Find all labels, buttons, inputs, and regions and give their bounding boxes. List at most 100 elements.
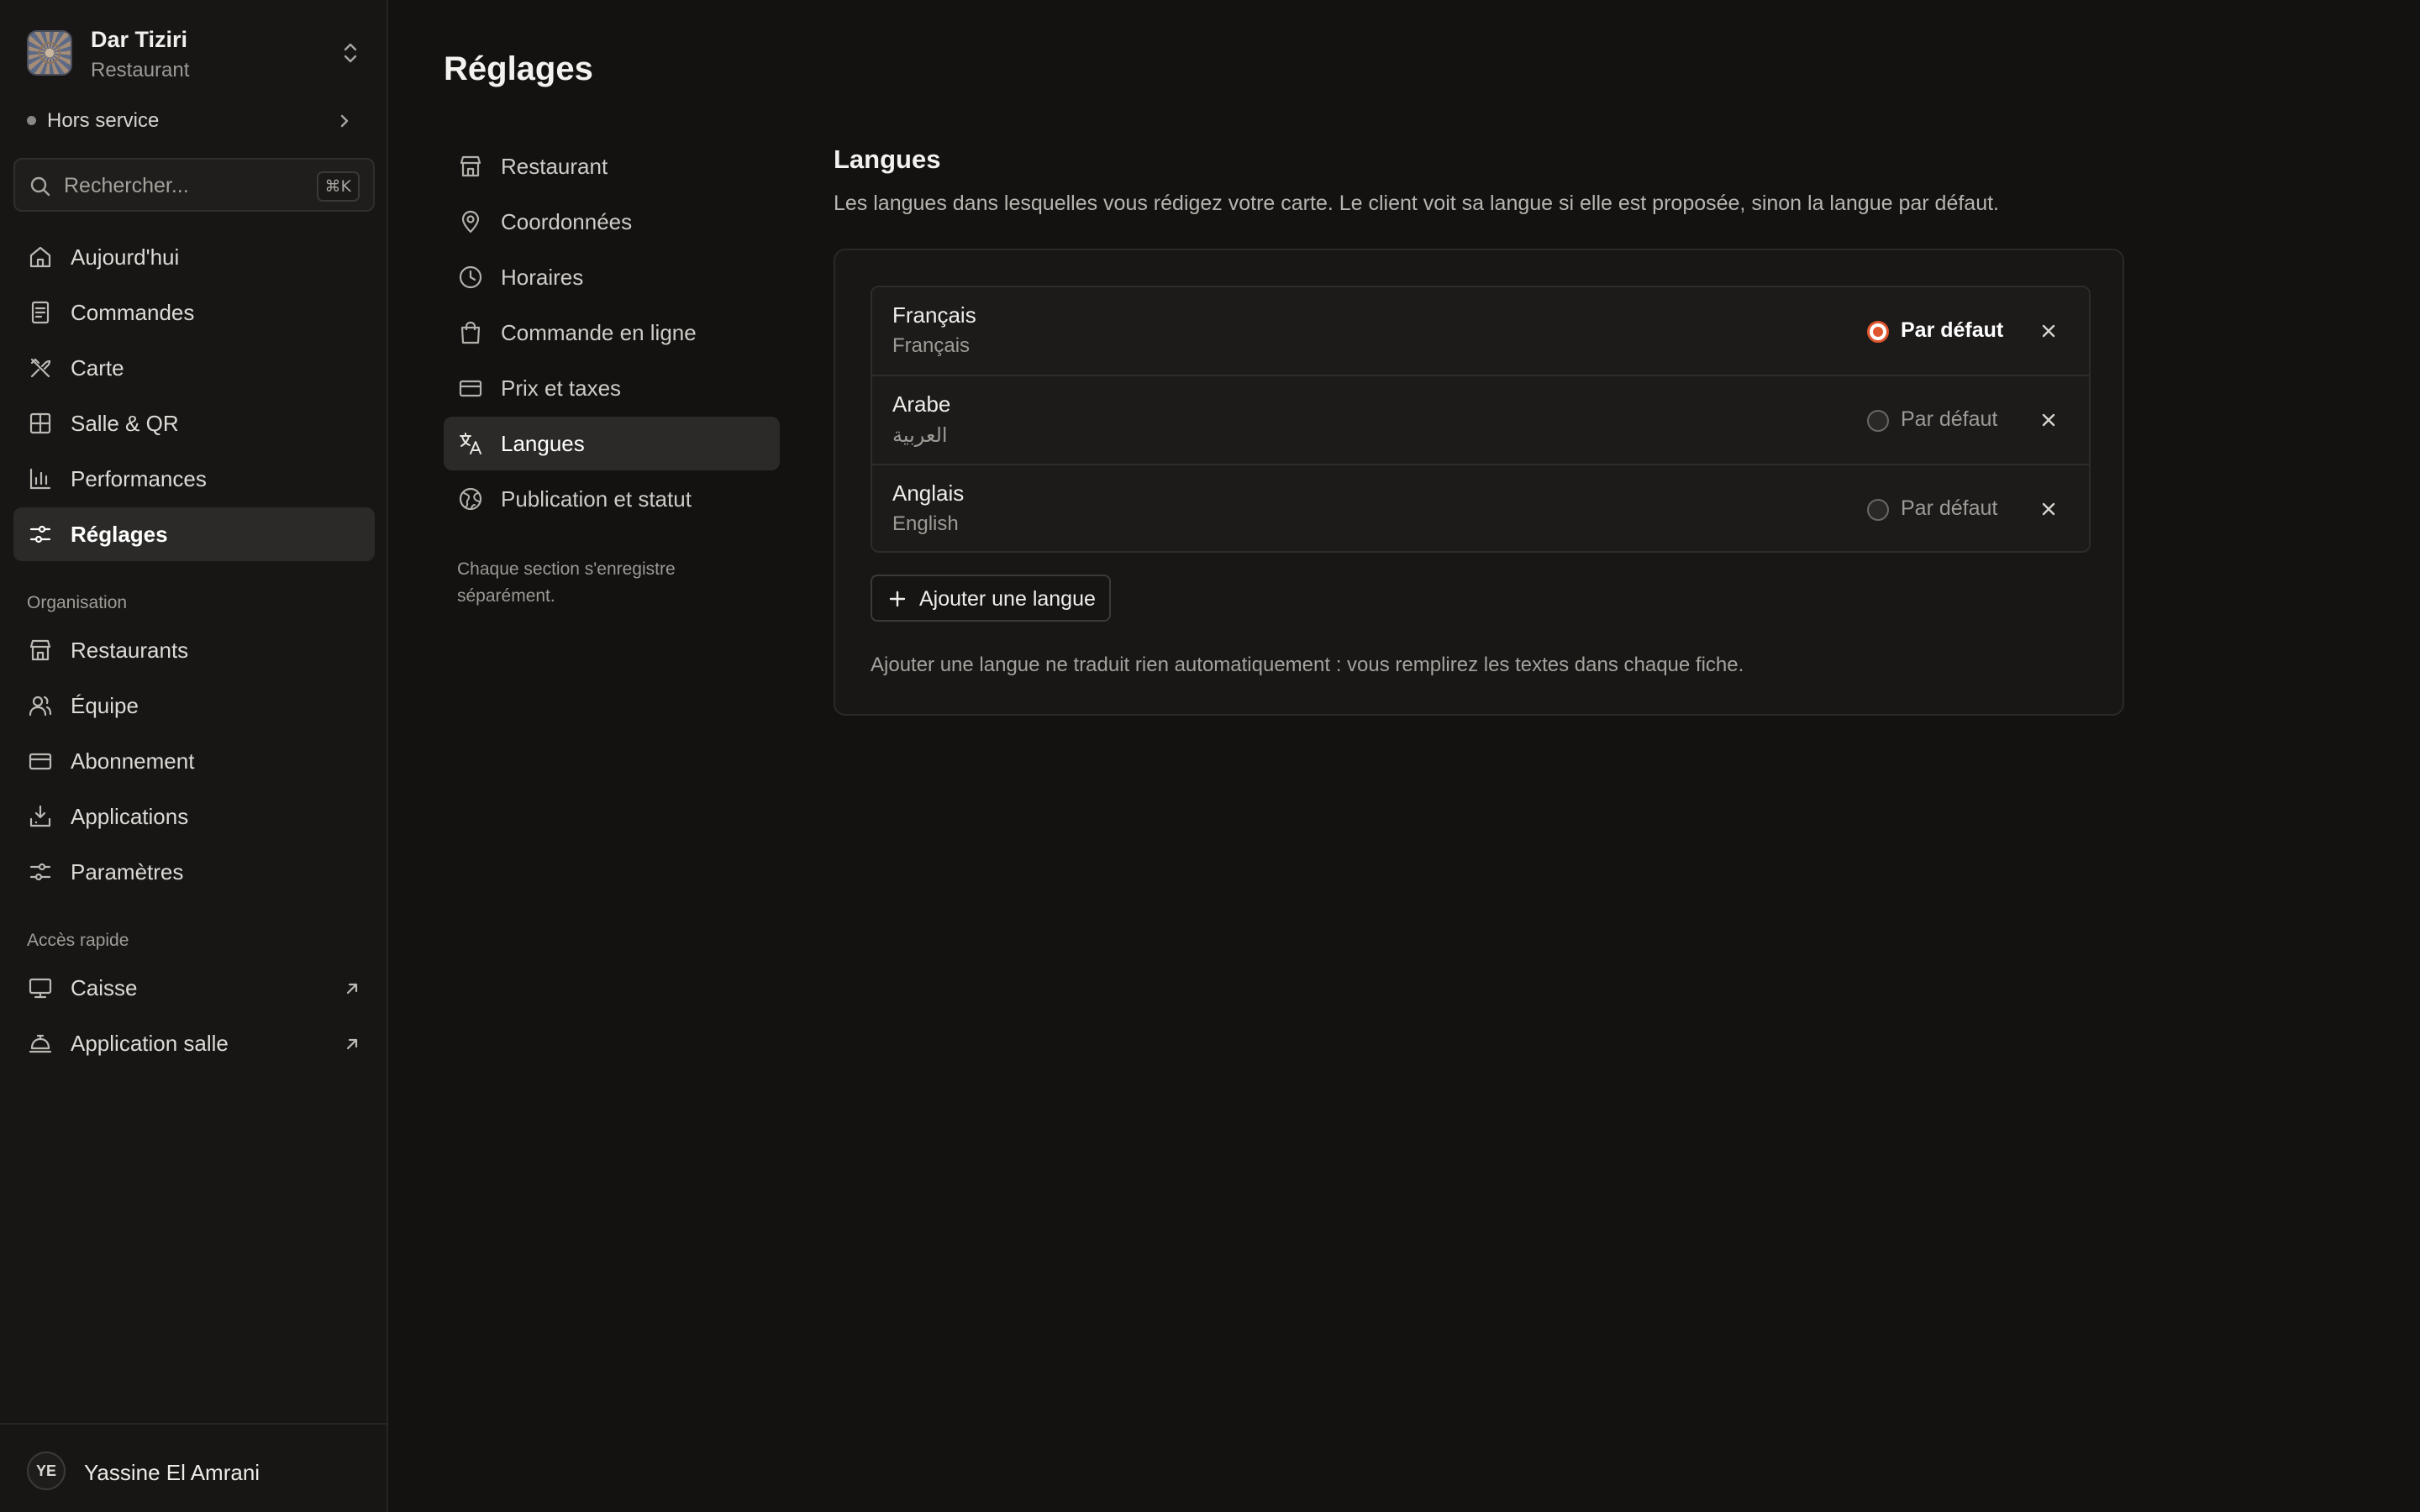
default-language-label[interactable]: Par défaut — [1901, 496, 1997, 521]
store-icon — [457, 153, 484, 180]
close-icon[interactable] — [2037, 408, 2060, 432]
nav-label: Salle & QR — [71, 411, 179, 436]
nav-label: Application salle — [71, 1031, 229, 1056]
external-link-icon — [343, 1035, 361, 1053]
nav-label: Aujourd'hui — [71, 244, 180, 270]
nav-orders[interactable]: Commandes — [13, 286, 375, 339]
language-row: Anglais English Par défaut — [872, 464, 2089, 551]
translate-icon — [457, 430, 484, 457]
store-icon — [27, 637, 54, 664]
language-list: Français Français Par défaut Arabe العرب… — [871, 286, 2091, 553]
section-description: Les langues dans lesquelles vous rédigez… — [834, 192, 1999, 215]
close-icon[interactable] — [2037, 497, 2060, 521]
nav-cash-register[interactable]: Caisse — [13, 961, 375, 1015]
sidebar: Dar Tiziri Restaurant Hors service ⌘K Au… — [0, 0, 388, 1512]
status-dot — [27, 116, 36, 125]
language-name: Français — [892, 302, 976, 328]
close-icon[interactable] — [2037, 319, 2060, 343]
search-box[interactable]: ⌘K — [13, 158, 375, 212]
restaurant-name: Dar Tiziri — [91, 27, 188, 52]
users-icon — [27, 692, 54, 719]
nav-team[interactable]: Équipe — [13, 679, 375, 732]
default-language-radio[interactable] — [1867, 499, 1889, 521]
nav-label: Applications — [71, 804, 189, 829]
subnav-label: Horaires — [501, 265, 584, 290]
shopping-bag-icon — [457, 319, 484, 346]
clock-icon — [457, 264, 484, 291]
nav-label: Caisse — [71, 975, 138, 1000]
language-native-name: العربية — [892, 424, 948, 447]
language-row: Français Français Par défaut — [872, 287, 2089, 376]
nav-label: Commandes — [71, 300, 195, 325]
nav-room-qr[interactable]: Salle & QR — [13, 396, 375, 450]
subnav-label: Publication et statut — [501, 486, 692, 512]
subnav-restaurant[interactable]: Restaurant — [444, 139, 780, 193]
language-native-name: English — [892, 512, 959, 535]
nav-label: Restaurants — [71, 638, 189, 663]
search-input[interactable] — [64, 170, 299, 202]
chevron-right-icon — [336, 111, 353, 131]
section-title: Langues — [834, 144, 941, 174]
languages-card: Français Français Par défaut Arabe العرب… — [834, 249, 2124, 716]
avatar: YE — [27, 1452, 66, 1490]
nav-performance[interactable]: Performances — [13, 452, 375, 506]
languages-note: Ajouter une langue ne traduit rien autom… — [871, 654, 1744, 676]
add-language-label: Ajouter une langue — [919, 587, 1096, 611]
bar-chart-icon — [27, 465, 54, 492]
user-name: Yassine El Amrani — [84, 1460, 260, 1485]
bell-service-icon — [27, 1030, 54, 1057]
subnav-note: Chaque section s'enregistre séparément. — [457, 559, 676, 606]
nav-today[interactable]: Aujourd'hui — [13, 230, 375, 284]
service-status[interactable]: Hors service — [27, 108, 363, 134]
subnav-online-order[interactable]: Commande en ligne — [444, 306, 780, 360]
search-icon — [29, 175, 52, 198]
subnav-label: Commande en ligne — [501, 320, 697, 345]
external-link-icon — [343, 979, 361, 998]
restaurant-switcher[interactable]: Dar Tiziri Restaurant — [27, 27, 363, 81]
subnav-languages[interactable]: Langues — [444, 417, 780, 470]
default-language-label[interactable]: Par défaut — [1901, 318, 2003, 343]
default-language-radio[interactable] — [1867, 321, 1889, 343]
receipt-icon — [27, 299, 54, 326]
nav-parameters[interactable]: Paramètres — [13, 845, 375, 899]
add-language-button[interactable]: Ajouter une langue — [871, 575, 1111, 622]
subnav-prices-taxes[interactable]: Prix et taxes — [444, 361, 780, 415]
subnav-hours[interactable]: Horaires — [444, 250, 780, 304]
language-name: Arabe — [892, 391, 951, 417]
nav-label: Carte — [71, 355, 124, 381]
nav-label: Performances — [71, 466, 207, 491]
nav-restaurants[interactable]: Restaurants — [13, 623, 375, 677]
restaurant-logo — [27, 30, 72, 76]
utensils-icon — [27, 354, 54, 381]
chevrons-up-down-icon[interactable] — [338, 39, 363, 67]
status-label: Hors service — [47, 109, 160, 132]
subnav-label: Langues — [501, 431, 585, 456]
credit-card-icon — [27, 748, 54, 774]
nav-subscription[interactable]: Abonnement — [13, 734, 375, 788]
download-icon — [27, 803, 54, 830]
page-title: Réglages — [444, 50, 593, 87]
language-native-name: Français — [892, 334, 971, 357]
nav-settings[interactable]: Réglages — [13, 507, 375, 561]
monitor-icon — [27, 974, 54, 1001]
language-name: Anglais — [892, 480, 965, 506]
settings-sliders-icon — [27, 858, 54, 885]
default-language-radio[interactable] — [1867, 410, 1889, 432]
default-language-label[interactable]: Par défaut — [1901, 407, 1997, 432]
nav-menu[interactable]: Carte — [13, 341, 375, 395]
subnav-coordinates[interactable]: Coordonnées — [444, 195, 780, 249]
sliders-icon — [27, 521, 54, 548]
nav-label: Abonnement — [71, 748, 195, 774]
credit-card-icon — [457, 375, 484, 402]
home-icon — [27, 244, 54, 270]
subnav-label: Restaurant — [501, 154, 608, 179]
globe-icon — [457, 486, 484, 512]
keyboard-shortcut-badge: ⌘K — [316, 171, 360, 202]
user-menu[interactable]: YE Yassine El Amrani — [0, 1423, 387, 1512]
subnav-label: Prix et taxes — [501, 375, 622, 401]
nav-room-app[interactable]: Application salle — [13, 1016, 375, 1070]
subnav-publication-status[interactable]: Publication et statut — [444, 472, 780, 526]
nav-label: Réglages — [71, 522, 168, 547]
restaurant-type: Restaurant — [91, 59, 190, 81]
nav-applications[interactable]: Applications — [13, 790, 375, 843]
